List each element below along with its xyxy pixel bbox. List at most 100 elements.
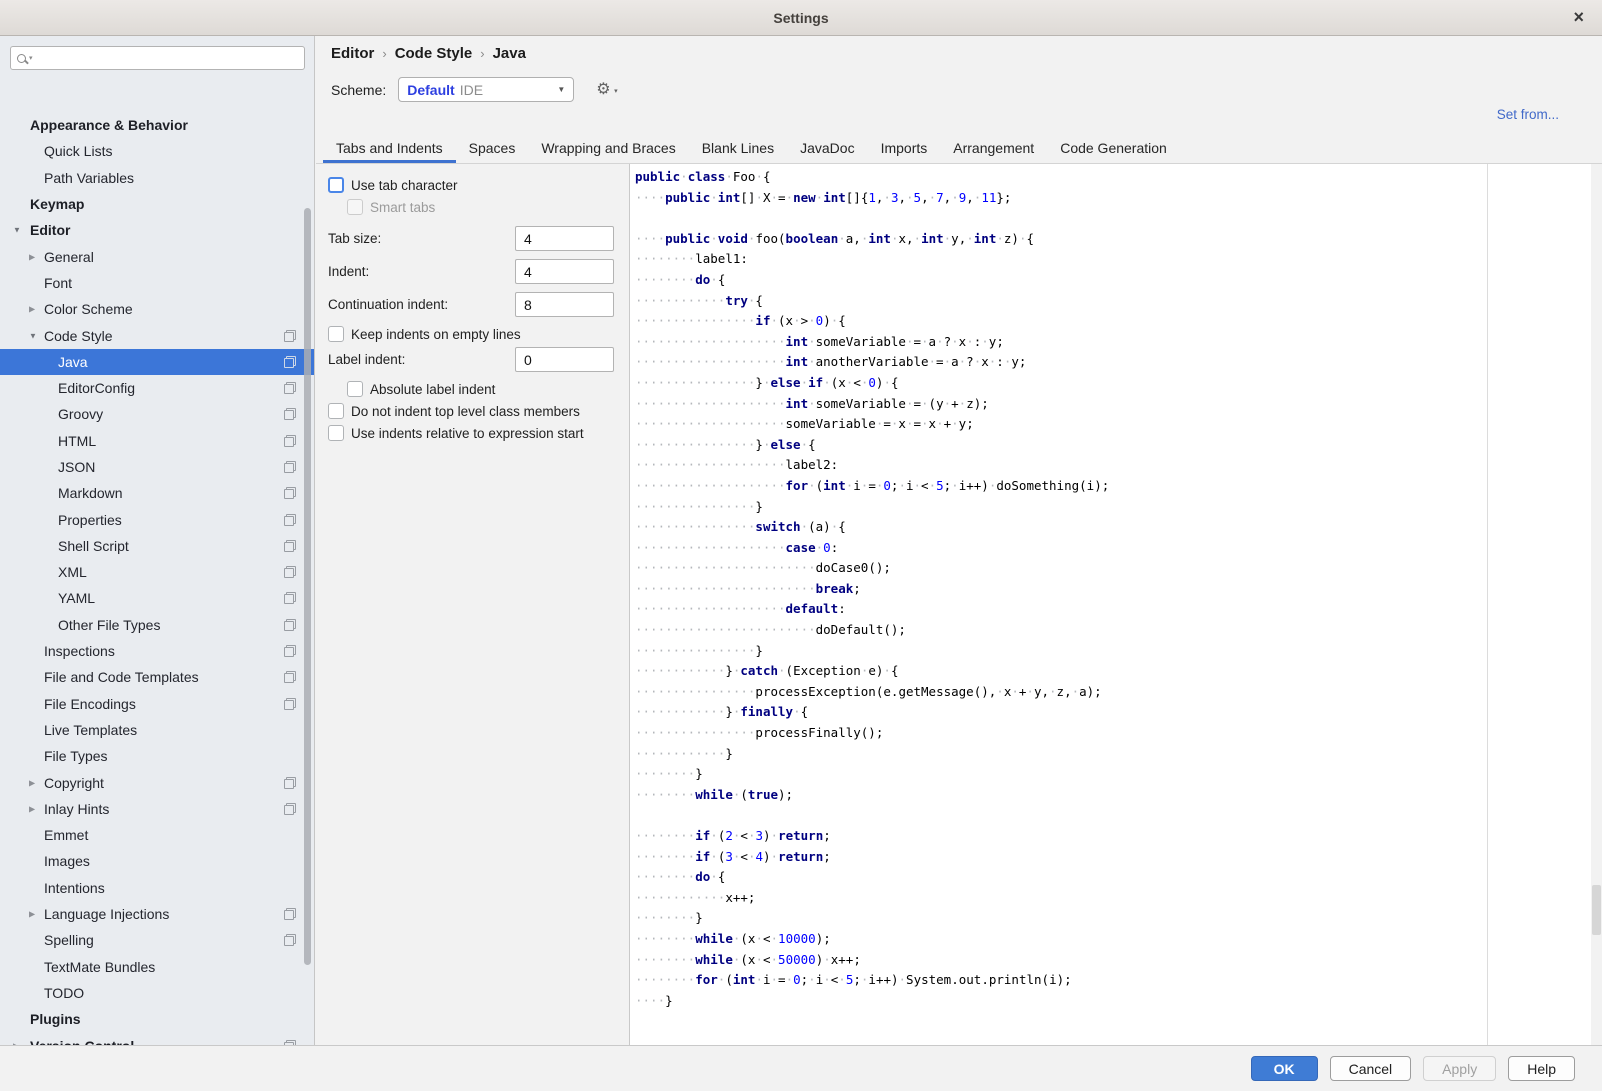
sidebar-item-plugins[interactable]: Plugins	[0, 1006, 314, 1032]
sidebar-item-label: Keymap	[0, 196, 84, 212]
search-input[interactable]	[39, 51, 298, 66]
checkbox-label: Smart tabs	[370, 200, 435, 215]
tab-spaces[interactable]: Spaces	[456, 133, 529, 163]
scheme-select[interactable]: Default IDE ▼	[398, 77, 574, 102]
sidebar-item-inspections[interactable]: Inspections	[0, 638, 314, 664]
sidebar-item-properties[interactable]: Properties	[0, 506, 314, 532]
input-indent[interactable]	[515, 259, 614, 284]
copy-icon	[284, 408, 296, 420]
sidebar-item-inlay-hints[interactable]: ▶Inlay Hints	[0, 796, 314, 822]
checkbox-use-tab-character[interactable]	[328, 177, 344, 193]
breadcrumb-java[interactable]: Java	[493, 45, 526, 62]
sidebar-item-label: JSON	[0, 459, 95, 475]
sidebar-item-label: Color Scheme	[0, 301, 133, 317]
code-line: ········while·(x·<·10000);	[635, 929, 1591, 950]
form-row-tab-size: Tab size:	[328, 226, 628, 251]
sidebar-item-live-templates[interactable]: Live Templates	[0, 717, 314, 743]
input-tab-size[interactable]	[515, 226, 614, 251]
close-icon[interactable]: ×	[1573, 7, 1584, 27]
sidebar-item-version-control[interactable]: ▶Version Control	[0, 1032, 314, 1045]
sidebar-item-keymap[interactable]: Keymap	[0, 191, 314, 217]
sidebar-item-file-types[interactable]: File Types	[0, 743, 314, 769]
sidebar-item-path-variables[interactable]: Path Variables	[0, 165, 314, 191]
sidebar-item-emmet[interactable]: Emmet	[0, 822, 314, 848]
sidebar-item-copyright[interactable]: ▶Copyright	[0, 769, 314, 795]
sidebar-item-textmate-bundles[interactable]: TextMate Bundles	[0, 954, 314, 980]
sidebar-item-editorconfig[interactable]: EditorConfig	[0, 375, 314, 401]
gear-icon[interactable]: ⚙▾	[596, 82, 610, 98]
set-from-link[interactable]: Set from...	[1497, 107, 1559, 122]
sidebar-item-quick-lists[interactable]: Quick Lists	[0, 138, 314, 164]
settings-sidebar: ▾ Appearance & BehaviorQuick ListsPath V…	[0, 36, 315, 1045]
sidebar-item-images[interactable]: Images	[0, 848, 314, 874]
code-line	[635, 208, 1591, 229]
chevron-right-icon[interactable]: ▶	[29, 804, 35, 813]
sidebar-item-color-scheme[interactable]: ▶Color Scheme	[0, 296, 314, 322]
sidebar-item-font[interactable]: Font	[0, 270, 314, 296]
cancel-button[interactable]: Cancel	[1330, 1056, 1412, 1081]
code-line: ················}	[635, 497, 1591, 518]
copy-icon	[284, 356, 296, 368]
input-label-indent[interactable]	[515, 347, 614, 372]
code-style-tabs: Tabs and IndentsSpacesWrapping and Brace…	[323, 133, 1180, 163]
chevron-down-icon[interactable]: ▼	[29, 331, 37, 340]
checkbox-do-not-indent-top-level-class-members[interactable]	[328, 403, 344, 419]
form-row-keep-indents-on-empty-lines: Keep indents on empty lines	[328, 323, 628, 345]
sidebar-item-label: XML	[0, 564, 87, 580]
scheme-label: Scheme:	[331, 82, 386, 98]
sidebar-item-language-injections[interactable]: ▶Language Injections	[0, 901, 314, 927]
sidebar-item-label: Inlay Hints	[0, 801, 109, 817]
sidebar-item-markdown[interactable]: Markdown	[0, 480, 314, 506]
tab-javadoc[interactable]: JavaDoc	[787, 133, 867, 163]
tab-imports[interactable]: Imports	[868, 133, 941, 163]
sidebar-item-java[interactable]: Java	[0, 349, 314, 375]
sidebar-item-label: Spelling	[0, 932, 94, 948]
chevron-down-icon[interactable]: ▼	[557, 85, 565, 94]
sidebar-item-general[interactable]: ▶General	[0, 243, 314, 269]
breadcrumb-code-style[interactable]: Code Style	[395, 45, 473, 62]
ok-button[interactable]: OK	[1251, 1056, 1318, 1081]
search-options-caret-icon[interactable]: ▾	[29, 54, 33, 62]
help-button[interactable]: Help	[1508, 1056, 1575, 1081]
code-line: ········if·(3·<·4)·return;	[635, 847, 1591, 868]
chevron-right-icon[interactable]: ▶	[29, 252, 35, 261]
sidebar-item-intentions[interactable]: Intentions	[0, 875, 314, 901]
checkbox-absolute-label-indent[interactable]	[347, 381, 363, 397]
sidebar-item-code-style[interactable]: ▼Code Style	[0, 322, 314, 348]
code-line: ········while·(x·<·50000)·x++;	[635, 950, 1591, 971]
checkbox-keep-indents-on-empty-lines[interactable]	[328, 326, 344, 342]
sidebar-item-shell-script[interactable]: Shell Script	[0, 533, 314, 559]
tab-blank-lines[interactable]: Blank Lines	[689, 133, 787, 163]
chevron-right-icon[interactable]: ▶	[29, 305, 35, 314]
checkbox-use-indents-relative-to-expression-start[interactable]	[328, 425, 344, 441]
window-scrollbar[interactable]	[1592, 885, 1601, 935]
sidebar-item-html[interactable]: HTML	[0, 428, 314, 454]
code-line: ························doDefault();	[635, 620, 1591, 641]
sidebar-scrollbar[interactable]	[304, 208, 311, 965]
chevron-down-icon[interactable]: ▼	[13, 226, 21, 235]
sidebar-item-file-and-code-templates[interactable]: File and Code Templates	[0, 664, 314, 690]
tab-code-generation[interactable]: Code Generation	[1047, 133, 1180, 163]
sidebar-item-json[interactable]: JSON	[0, 454, 314, 480]
chevron-right-icon[interactable]: ▶	[29, 910, 35, 919]
sidebar-item-label: General	[0, 249, 94, 265]
sidebar-item-xml[interactable]: XML	[0, 559, 314, 585]
sidebar-item-todo[interactable]: TODO	[0, 980, 314, 1006]
chevron-right-icon[interactable]: ▶	[29, 778, 35, 787]
breadcrumb-editor[interactable]: Editor	[331, 45, 374, 62]
code-line: ····················int·anotherVariable·…	[635, 352, 1591, 373]
tab-wrapping-and-braces[interactable]: Wrapping and Braces	[528, 133, 688, 163]
sidebar-item-file-encodings[interactable]: File Encodings	[0, 691, 314, 717]
sidebar-item-groovy[interactable]: Groovy	[0, 401, 314, 427]
sidebar-item-label: Intentions	[0, 880, 105, 896]
sidebar-item-yaml[interactable]: YAML	[0, 585, 314, 611]
tab-arrangement[interactable]: Arrangement	[940, 133, 1047, 163]
code-line: ········do·{	[635, 270, 1591, 291]
sidebar-item-other-file-types[interactable]: Other File Types	[0, 612, 314, 638]
tab-tabs-and-indents[interactable]: Tabs and Indents	[323, 133, 456, 163]
search-box[interactable]: ▾	[10, 46, 305, 70]
sidebar-item-editor[interactable]: ▼Editor	[0, 217, 314, 243]
sidebar-item-spelling[interactable]: Spelling	[0, 927, 314, 953]
sidebar-item-appearance-behavior[interactable]: Appearance & Behavior	[0, 112, 314, 138]
input-continuation-indent[interactable]	[515, 292, 614, 317]
